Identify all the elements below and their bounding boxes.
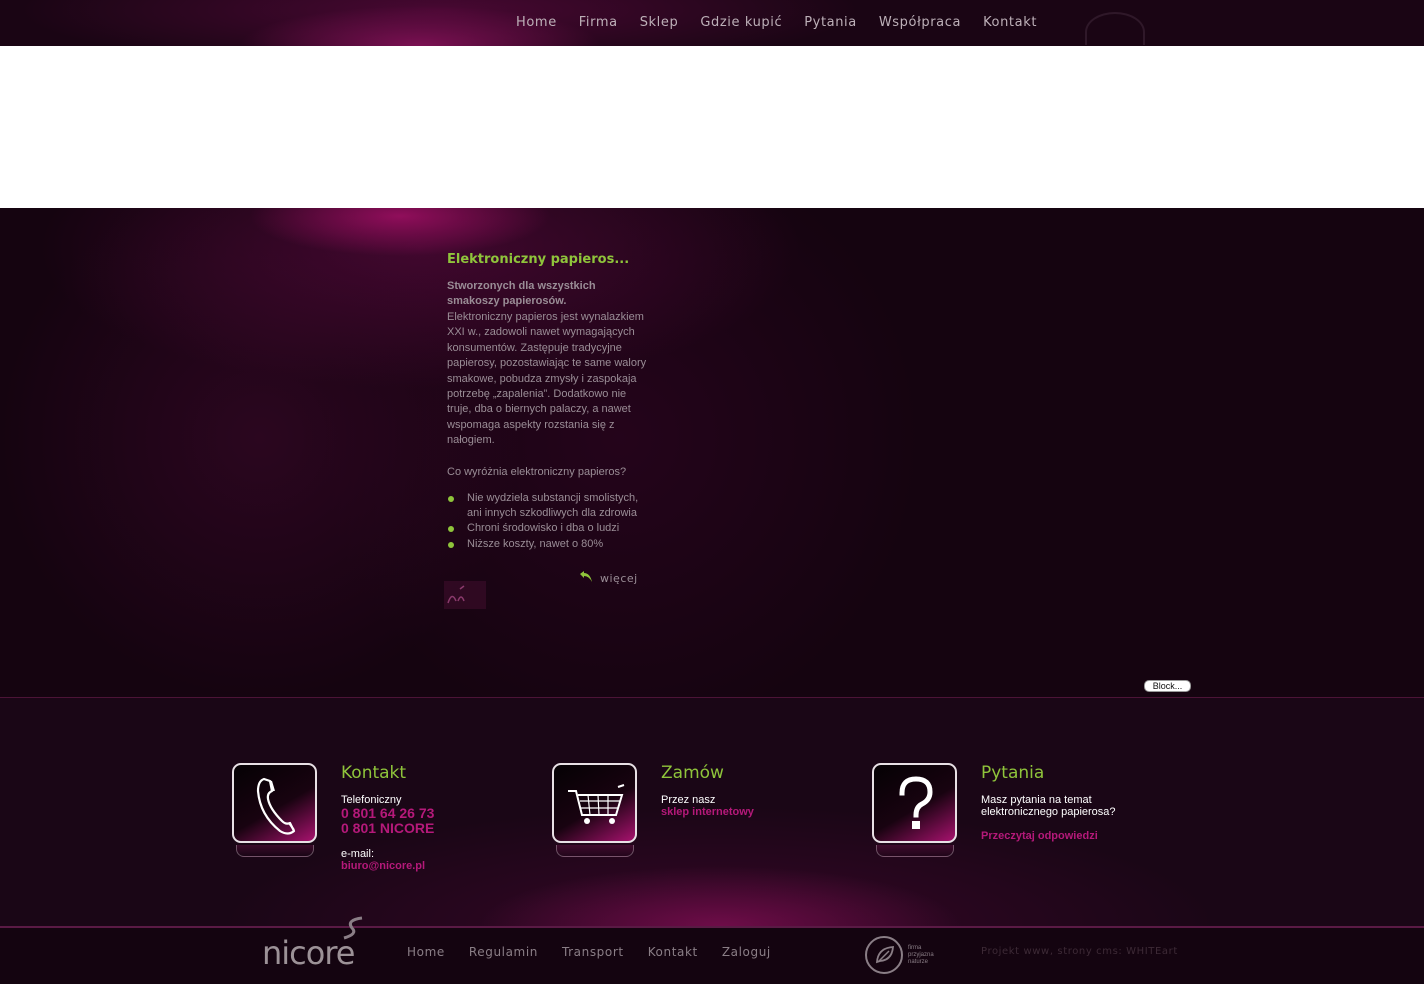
order-title: Zamów [661, 763, 724, 783]
top-navigation-bar: Home Firma Sklep Gdzie kupić Pytania Wsp… [0, 0, 1424, 52]
nav-kontakt[interactable]: Kontakt [983, 15, 1037, 30]
shop-link[interactable]: sklep internetowy [661, 806, 754, 818]
info-boxes: Kontakt Telefoniczny 0 801 64 26 73 0 80… [0, 698, 1424, 926]
more-link[interactable]: więcej [578, 571, 638, 585]
article: Elektroniczny papieros... Stworzonych dl… [447, 252, 647, 552]
eco-label: firma przyjazna naturze [908, 945, 934, 966]
shopping-cart-icon [568, 784, 625, 824]
tile-reflection [876, 845, 954, 857]
article-body: Elektroniczny papieros jest wynalazkiem … [447, 311, 647, 447]
bullet-dot-icon [448, 495, 454, 502]
order-tile[interactable] [552, 763, 637, 843]
footer-nav-regulamin[interactable]: Regulamin [469, 945, 538, 959]
phone-number-2[interactable]: 0 801 NICORE [341, 821, 434, 836]
order-text: Przez nasz [661, 794, 716, 806]
list-item-text: Nie wydziela substancji smolistych, ani … [467, 491, 639, 520]
question-mark-icon [899, 776, 933, 829]
eco-label-line: przyjazna [908, 952, 934, 958]
eco-label-line: firma [908, 945, 922, 951]
leaf-icon [876, 946, 894, 964]
faq-title: Pytania [981, 763, 1045, 783]
nav-gdzie-kupic[interactable]: Gdzie kupić [700, 15, 782, 30]
contact-tile[interactable] [232, 763, 317, 843]
list-item: Niższe koszty, nawet o 80% [447, 537, 647, 552]
footer-nav-kontakt[interactable]: Kontakt [648, 945, 698, 959]
list-item: Chroni środowisko i dba o ludzi [447, 521, 647, 536]
article-lead: Stworzonych dla wszystkich smakoszy papi… [447, 280, 596, 307]
footer-nav-transport[interactable]: Transport [562, 945, 624, 959]
phone-icon [256, 777, 296, 835]
banner-area [0, 46, 1424, 208]
feature-list: Nie wydziela substancji smolistych, ani … [447, 491, 647, 553]
eco-label-line: naturze [908, 959, 929, 965]
list-item-text: Niższe koszty, nawet o 80% [467, 537, 604, 550]
bullet-dot-icon [448, 541, 454, 548]
contact-title: Kontakt [341, 763, 407, 783]
nav-firma[interactable]: Firma [579, 15, 618, 30]
footer-nav-home[interactable]: Home [407, 945, 445, 959]
main-menu: Home Firma Sklep Gdzie kupić Pytania Wsp… [505, 15, 1048, 30]
faq-box: Pytania Masz pytania na temat elektronic… [872, 763, 1172, 883]
footer: nicore Home Regulamin Transport Kontakt … [0, 916, 1424, 984]
more-link-label: więcej [600, 571, 638, 585]
list-item: Nie wydziela substancji smolistych, ani … [447, 491, 647, 522]
nav-pytania[interactable]: Pytania [804, 15, 857, 30]
list-item-text: Chroni środowisko i dba o ludzi [467, 522, 620, 535]
email-label: e-mail: [341, 848, 375, 860]
nav-home[interactable]: Home [516, 15, 557, 30]
tile-reflection [556, 845, 634, 857]
nav-sklep[interactable]: Sklep [640, 15, 679, 30]
nav-wspolpraca[interactable]: Współpraca [879, 15, 961, 30]
footer-nav-zaloguj[interactable]: Zaloguj [722, 945, 771, 959]
faq-tile[interactable] [872, 763, 957, 843]
faq-text-1: Masz pytania na temat [981, 794, 1092, 806]
curved-arrow-icon [580, 571, 592, 582]
article-question: Co wyróżnia elektroniczny papieros? [447, 465, 627, 478]
tile-reflection [236, 845, 314, 857]
bullet-dot-icon [448, 526, 454, 533]
nicore-logo[interactable]: nicore [262, 916, 384, 972]
faq-link[interactable]: Przeczytaj odpowiedzi [981, 830, 1098, 842]
order-box: Zamów Przez nasz sklep internetowy [552, 763, 852, 883]
block-button[interactable]: Block... [1144, 680, 1191, 692]
phone-number-1[interactable]: 0 801 64 26 73 [341, 806, 434, 821]
logo-text: nicore [262, 934, 355, 972]
eco-badge: firma przyjazna naturze [865, 936, 945, 976]
credit-text[interactable]: Projekt www, strony cms: WHITEart [981, 946, 1178, 957]
email-link[interactable]: biuro@nicore.pl [341, 860, 425, 872]
main-content: Elektroniczny papieros... Stworzonych dl… [0, 208, 1424, 698]
handwriting-decoration [444, 581, 486, 609]
footer-menu: Home Regulamin Transport Kontakt Zaloguj [395, 945, 783, 959]
faq-text-2: elektronicznego papierosa? [981, 806, 1116, 818]
contact-box: Kontakt Telefoniczny 0 801 64 26 73 0 80… [232, 763, 532, 883]
article-title: Elektroniczny papieros... [447, 252, 630, 267]
